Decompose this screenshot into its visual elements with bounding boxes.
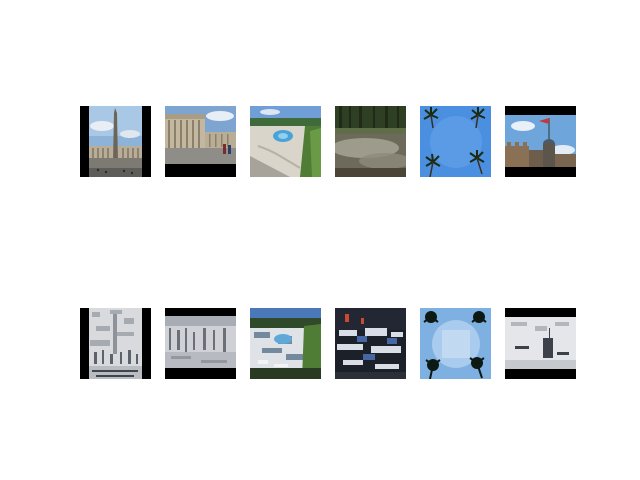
hot-spring-pool-image [250,106,321,177]
colonnade-plaza-image [165,106,236,177]
palm-trees-sky-image [420,106,491,177]
castle-tower-flag-reconstruction [505,308,576,379]
misty-forest-lake-image [335,106,406,177]
colonnade-plaza-reconstruction [165,308,236,379]
misty-forest-lake-reconstruction [335,308,406,379]
obelisk-square-reconstruction [80,308,151,379]
palm-trees-sky-reconstruction [420,308,491,379]
obelisk-square-image [80,106,151,177]
hot-spring-pool-reconstruction [250,308,321,379]
castle-tower-flag-image [505,106,576,177]
